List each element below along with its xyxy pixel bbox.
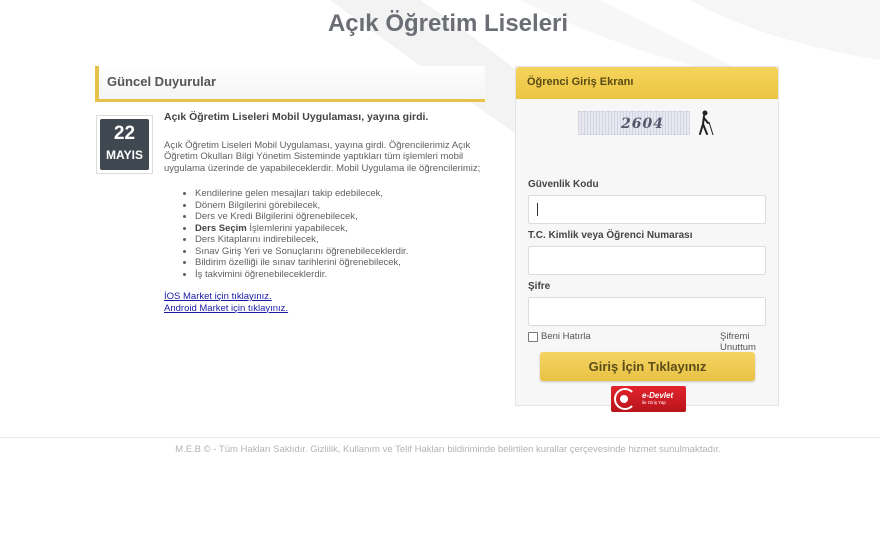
list-item: Bildirim özelliği ile sınav tarihlerini … (195, 257, 485, 269)
list-item: Sınav Giriş Yeri ve Sonuçlarını öğrenebi… (195, 246, 485, 258)
ios-market-link[interactable]: İOS Market için tıklayınız. (164, 291, 485, 303)
footer-text: M.E.B © - Tüm Hakları Saklıdır. Gizlilik… (175, 444, 721, 455)
edevlet-login-button[interactable]: e-Devlet ile Giriş Yap (611, 386, 686, 412)
edevlet-title: e-Devlet (642, 391, 674, 400)
captcha-text: 2604 (621, 116, 664, 132)
list-item: Ders Seçim İşlemlerini yapabilecek, (195, 223, 485, 235)
password-label: Şifre (528, 281, 551, 292)
announcements-header: Güncel Duyurular (95, 66, 485, 102)
date-badge: 22 MAYIS (96, 115, 153, 174)
date-day: 22 (113, 123, 136, 144)
news-title: Açık Öğretim Liseleri Mobil Uygulaması, … (164, 111, 429, 123)
accessibility-audio-icon[interactable] (696, 110, 716, 136)
app-links: İOS Market için tıklayınız. Android Mark… (164, 291, 485, 314)
list-item: Dönem Bilgilerini görebilecek, (195, 200, 485, 212)
edevlet-subtitle: ile Giriş Yap (642, 400, 666, 405)
page-title: Açık Öğretim Liseleri (327, 10, 569, 37)
list-item: İş takvimini öğrenebileceklerdir. (195, 269, 485, 281)
login-form: 2604 Güvenlik Kodu T.C. Kimlik veya Öğre… (516, 99, 778, 412)
captcha-image: 2604 (578, 111, 690, 135)
login-header: Öğrenci Giriş Ekranı (516, 67, 778, 99)
security-code-label: Güvenlik Kodu (528, 179, 599, 190)
news-item: 22 MAYIS Açık Öğretim Liseleri Mobil Uyg… (95, 111, 485, 314)
list-item: Ders Kitaplarını indirebilecek, (195, 234, 485, 246)
news-body: Açık Öğretim Liseleri Mobil Uygulaması, … (164, 111, 485, 314)
date-month: MAYIS (106, 148, 143, 162)
login-submit-button[interactable]: Giriş İçin Tıklayınız (540, 352, 755, 381)
login-panel: Öğrenci Giriş Ekranı 2604 Güvenlik Kodu … (515, 66, 779, 412)
list-item: Kendilerine gelen mesajları takip edebil… (195, 188, 485, 200)
text-caret (537, 203, 538, 216)
footer-divider (0, 437, 880, 438)
password-input[interactable] (528, 297, 766, 326)
remember-label: Beni Hatırla (541, 331, 591, 342)
remember-me[interactable]: Beni Hatırla (528, 331, 591, 342)
android-market-link[interactable]: Android Market için tıklayınız. (164, 303, 485, 315)
edevlet-logo-icon (614, 388, 636, 410)
security-code-input[interactable] (528, 195, 766, 224)
announcements-panel: Güncel Duyurular 22 MAYIS Açık Öğretim L… (95, 66, 485, 314)
list-item: Ders ve Kredi Bilgilerini öğrenebilecek, (195, 211, 485, 223)
id-number-input[interactable] (528, 246, 766, 275)
news-text: Açık Öğretim Liseleri Mobil Uygulaması, … (164, 139, 481, 174)
list-item-rest: İşlemlerini yapabilecek, (246, 222, 348, 234)
remember-checkbox[interactable] (528, 331, 538, 342)
news-feature-list: Kendilerine gelen mesajları takip edebil… (195, 188, 485, 280)
id-number-label: T.C. Kimlik veya Öğrenci Numarası (528, 230, 693, 241)
forgot-password-link[interactable]: Şifremi Unuttum (720, 331, 778, 353)
list-item-bold: Ders Seçim (195, 222, 247, 234)
